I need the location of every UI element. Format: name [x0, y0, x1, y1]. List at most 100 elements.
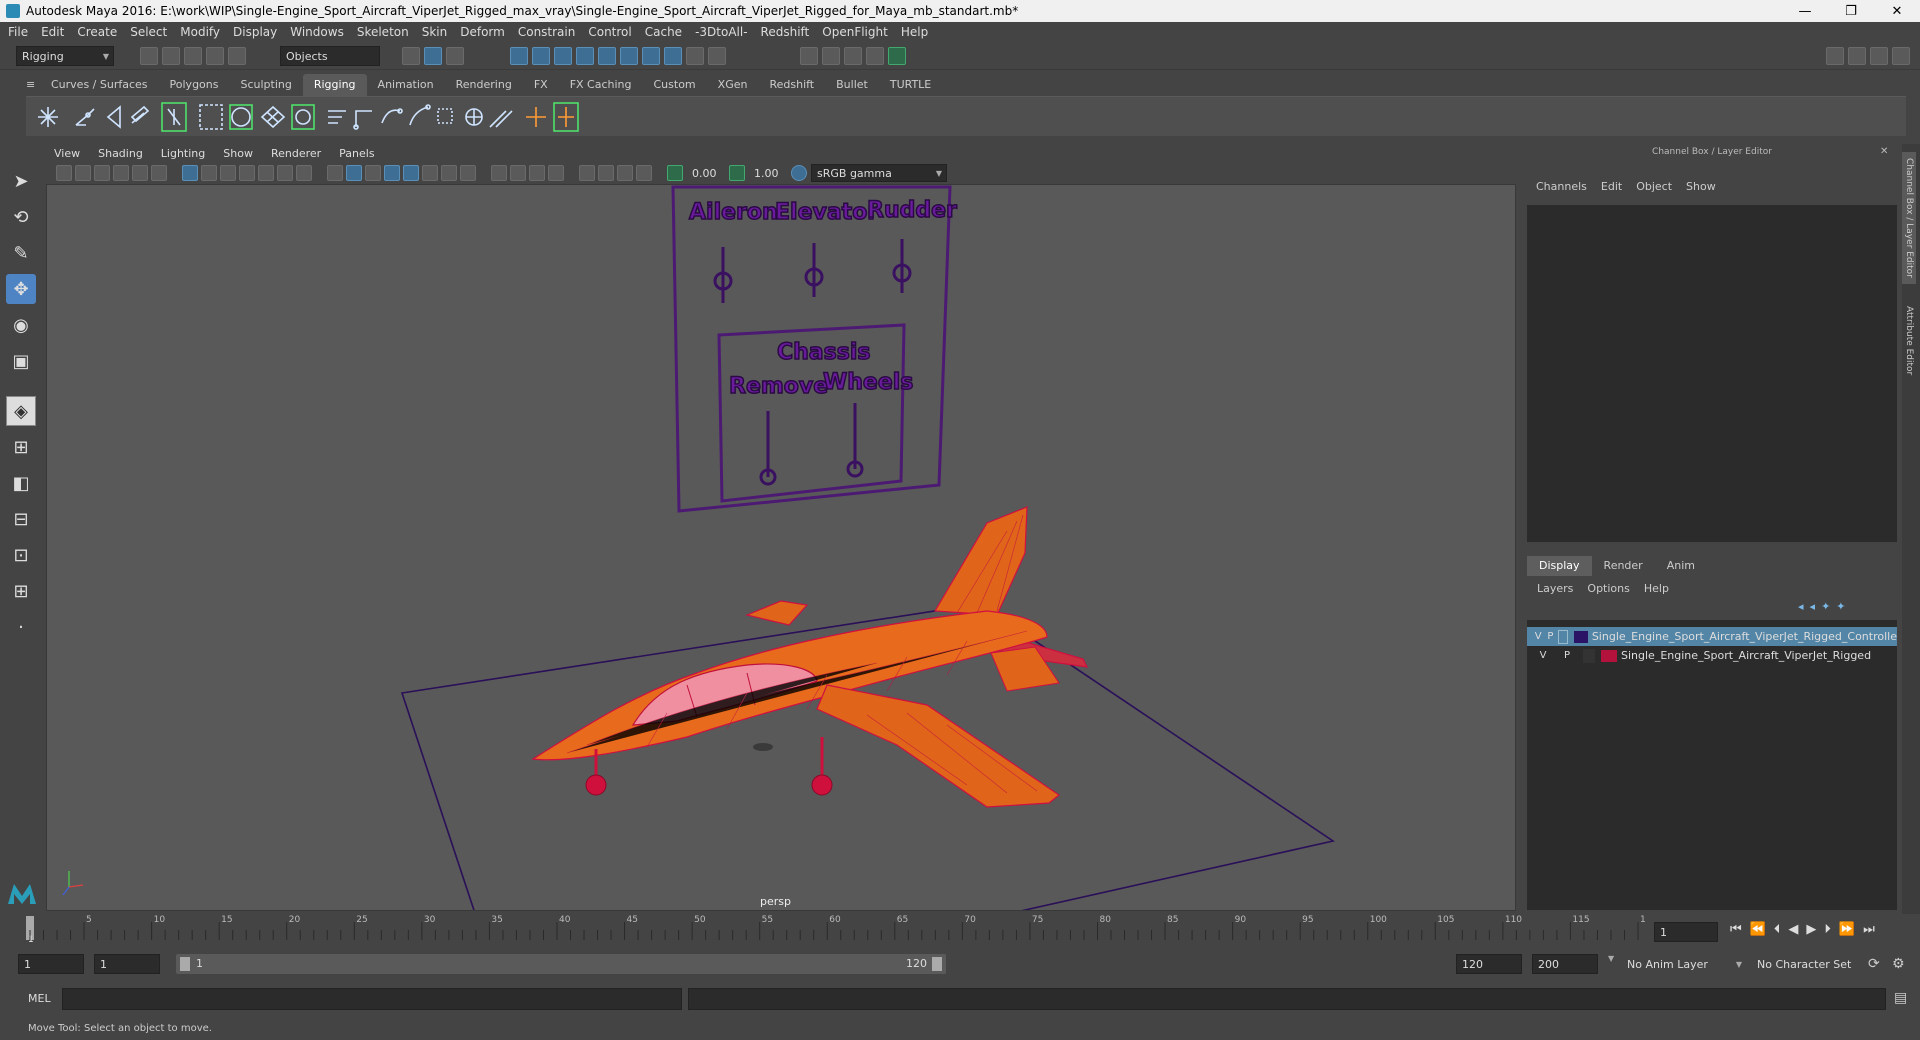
motion-blur-icon[interactable] — [491, 165, 507, 181]
persp-graph-layout-icon[interactable]: ⊟ — [6, 504, 36, 534]
smooth-shade-icon[interactable] — [346, 165, 362, 181]
shelf-tab-turtle[interactable]: TURTLE — [879, 74, 942, 96]
spline-ik-icon[interactable] — [489, 110, 513, 128]
menu-select[interactable]: Select — [130, 25, 167, 39]
menu-display[interactable]: Display — [233, 25, 277, 39]
channel-box[interactable] — [1527, 205, 1897, 542]
range-start-handle[interactable] — [180, 957, 190, 971]
perspective-viewport[interactable]: Aileron Elevator Rudder Chassis Remove W… — [46, 184, 1516, 1026]
command-language-label[interactable]: MEL — [28, 992, 51, 1005]
chevron-down-icon[interactable]: ▼ — [1608, 954, 1618, 963]
viewport-menu-lighting[interactable]: Lighting — [161, 147, 205, 160]
pole-vector-icon[interactable] — [465, 108, 483, 126]
wireframe-on-shaded-icon[interactable] — [384, 165, 400, 181]
menu-edit[interactable]: Edit — [41, 25, 64, 39]
bind-skin-icon[interactable] — [199, 104, 223, 130]
step-back-frame-icon[interactable]: ⏴ — [1774, 922, 1781, 937]
aim-constraint-icon[interactable] — [409, 104, 431, 126]
script-editor-icon[interactable]: ▤ — [1894, 990, 1907, 1006]
shelf-tab-rigging[interactable]: Rigging — [302, 74, 367, 96]
attribute-editor-toggle-icon[interactable] — [1848, 47, 1866, 65]
layers-menu[interactable]: Layers — [1537, 582, 1573, 595]
xray-joints-icon[interactable] — [598, 165, 614, 181]
custom-layout-icon[interactable]: ⊞ — [6, 576, 36, 606]
auto-key-icon[interactable]: ⟳ — [1868, 956, 1880, 972]
point-constraint-icon[interactable] — [353, 110, 372, 130]
viewport-menu-show[interactable]: Show — [223, 147, 253, 160]
new-layer-from-selection-icon[interactable]: ✦ — [1836, 600, 1845, 613]
controller-board[interactable]: Aileron Elevator Rudder Chassis Remove W… — [671, 185, 958, 513]
layer-row-rigged[interactable]: V P Single_Engine_Sport_Aircraft_ViperJe… — [1527, 646, 1897, 665]
menu-openflight[interactable]: OpenFlight — [822, 25, 888, 39]
animation-preferences-icon[interactable]: ⚙ — [1892, 956, 1905, 972]
anim-layer-dropdown[interactable]: No Anim Layer ▼ — [1622, 954, 1746, 974]
layer-playback-toggle[interactable]: P — [1545, 630, 1555, 644]
layer-row-controller[interactable]: V P Single_Engine_Sport_Aircraft_ViperJe… — [1527, 627, 1897, 646]
time-slider[interactable]: 1 5 10 15 20 25 30 35 40 45 50 55 60 65 70 75 80 85 90 95 1… — [26, 912, 1657, 946]
redo-icon[interactable] — [228, 47, 246, 65]
move-tool-icon[interactable]: ✥ — [6, 274, 36, 304]
play-backwards-icon[interactable]: ◀ — [1788, 922, 1798, 937]
menu-modify[interactable]: Modify — [180, 25, 220, 39]
shelf-tab-fx-caching[interactable]: FX Caching — [559, 74, 643, 96]
exposure-field[interactable]: 0.00 — [687, 163, 729, 183]
select-by-component-icon[interactable] — [446, 47, 464, 65]
highlight-selection-icon[interactable] — [708, 47, 726, 65]
lock-selection-icon[interactable] — [686, 47, 704, 65]
minimize-button[interactable]: — — [1782, 0, 1828, 22]
layer-options-menu[interactable]: Options — [1587, 582, 1629, 595]
shelf-tab-xgen[interactable]: XGen — [707, 74, 759, 96]
grid-toggle-icon[interactable] — [182, 165, 198, 181]
new-empty-layer-icon[interactable]: ✦ — [1821, 600, 1830, 613]
layout-options-icon[interactable]: · — [6, 612, 36, 642]
go-to-end-icon[interactable]: ⏭ — [1863, 922, 1875, 937]
select-by-hierarchy-icon[interactable] — [402, 47, 420, 65]
range-end-handle[interactable] — [932, 957, 942, 971]
layer-tab-render[interactable]: Render — [1592, 556, 1655, 576]
vertical-tab-attribute-editor[interactable]: Attribute Editor — [1902, 300, 1916, 381]
select-render-icon[interactable] — [642, 47, 660, 65]
menu-set-dropdown[interactable]: Rigging ▼ — [16, 46, 114, 66]
image-plane-icon[interactable] — [113, 165, 129, 181]
single-perspective-layout-icon[interactable]: ◈ — [6, 396, 36, 426]
lasso-tool-icon[interactable]: ⟲ — [6, 202, 36, 232]
menu-constrain[interactable]: Constrain — [518, 25, 576, 39]
selection-mode-dropdown[interactable]: Objects — [280, 46, 380, 66]
layer-visibility-toggle[interactable]: V — [1533, 630, 1543, 644]
go-to-start-icon[interactable]: ⏮ — [1730, 922, 1742, 937]
layer-visibility-toggle[interactable]: V — [1537, 649, 1549, 663]
shelf-tab-polygons[interactable]: Polygons — [159, 74, 230, 96]
shadows-icon[interactable] — [441, 165, 457, 181]
select-dynamic-icon[interactable] — [620, 47, 638, 65]
move-layer-up-icon[interactable]: ◂ — [1798, 600, 1804, 613]
rotate-tool-icon[interactable]: ◉ — [6, 310, 36, 340]
command-input[interactable] — [62, 988, 682, 1010]
select-misc-icon[interactable] — [664, 47, 682, 65]
close-button[interactable]: ✕ — [1874, 0, 1920, 22]
shelf-tab-bullet[interactable]: Bullet — [825, 74, 879, 96]
animation-end-field[interactable]: 200 — [1532, 954, 1598, 974]
menu-3dtoall[interactable]: -3DtoAll- — [695, 25, 747, 39]
tool-settings-icon[interactable] — [1870, 47, 1888, 65]
anti-aliasing-icon[interactable] — [510, 165, 526, 181]
color-space-dropdown[interactable]: sRGB gamma ▼ — [811, 164, 947, 182]
playback-start-field[interactable]: 1 — [94, 954, 160, 974]
character-set-dropdown[interactable]: No Character Set — [1752, 954, 1864, 974]
xray-icon[interactable] — [548, 165, 564, 181]
undo-icon[interactable] — [206, 47, 224, 65]
gate-mask-icon[interactable] — [239, 165, 255, 181]
gamma-icon[interactable] — [729, 165, 745, 181]
use-all-lights-icon[interactable] — [422, 165, 438, 181]
select-camera-icon[interactable] — [56, 165, 72, 181]
parent-constraint-icon[interactable] — [328, 110, 346, 124]
viperjet-aircraft-model[interactable] — [531, 506, 1089, 808]
xray-active-icon[interactable] — [617, 165, 633, 181]
persp-outliner-layout-icon[interactable]: ◧ — [6, 468, 36, 498]
hypershade-layout-icon[interactable]: ⊡ — [6, 540, 36, 570]
select-joint-icon[interactable] — [532, 47, 550, 65]
layer-type-toggle[interactable] — [1557, 629, 1569, 644]
ipr-render-icon[interactable] — [844, 47, 862, 65]
menu-help[interactable]: Help — [901, 25, 928, 39]
four-view-layout-icon[interactable]: ⊞ — [6, 432, 36, 462]
color-management-icon[interactable] — [791, 165, 807, 181]
